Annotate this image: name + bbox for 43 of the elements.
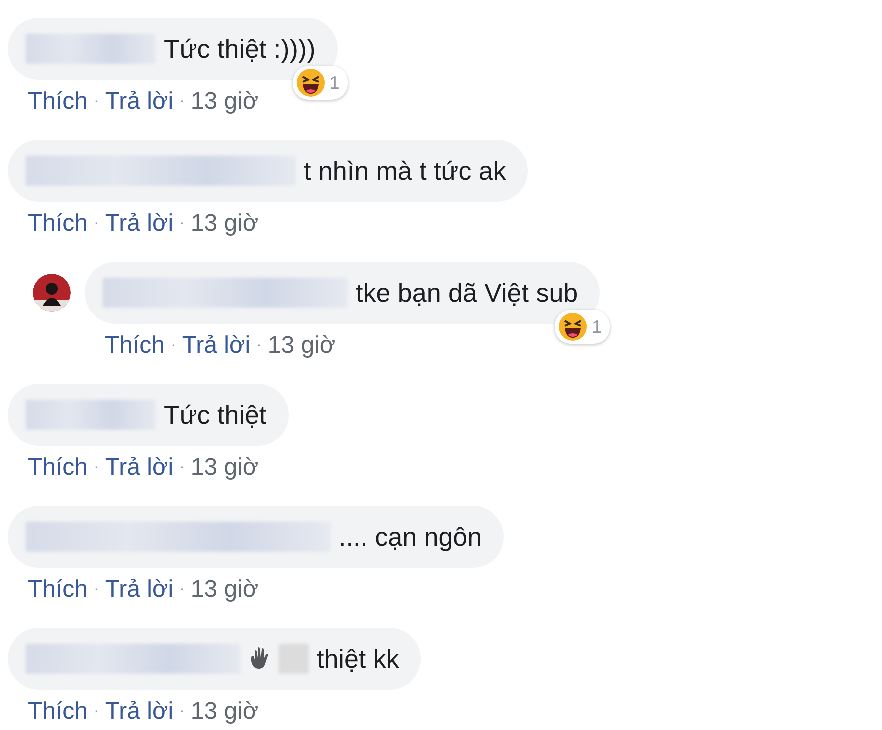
timestamp[interactable]: 13 giờ [190, 698, 259, 726]
separator-dot: · [171, 337, 176, 355]
action-link[interactable]: Thích [28, 576, 88, 604]
action-link[interactable]: Trả lời [105, 698, 174, 726]
separator-dot: · [94, 703, 100, 721]
blurred-text [279, 644, 309, 674]
action-link[interactable]: Thích [28, 698, 88, 726]
action-link[interactable]: Thích [28, 88, 88, 116]
separator-dot: · [94, 93, 100, 111]
reaction-count: 1 [592, 316, 602, 338]
separator-dot: · [180, 703, 185, 721]
waving-hand-icon [249, 647, 271, 671]
action-link[interactable]: Trả lời [105, 576, 174, 604]
separator-dot: · [180, 93, 185, 111]
timestamp[interactable]: 13 giờ [190, 210, 259, 238]
comment-text: tke bạn dã Việt sub [356, 278, 578, 308]
laughing-emoji-icon [296, 68, 326, 98]
action-link[interactable]: Thích [28, 454, 88, 482]
action-link[interactable]: Thích [28, 210, 88, 238]
avatar[interactable] [33, 274, 71, 312]
separator-dot: · [256, 337, 262, 355]
comment-text: t nhìn mà t tức ak [304, 156, 506, 186]
timestamp[interactable]: 13 giờ [190, 576, 259, 604]
action-link[interactable]: Thích [105, 332, 166, 360]
comment-text: .... cạn ngôn [339, 522, 482, 552]
separator-dot: · [180, 459, 185, 477]
separator-dot: · [94, 581, 100, 599]
timestamp[interactable]: 13 giờ [268, 332, 336, 360]
comment-text: Tức thiệt :)))) [164, 34, 316, 64]
timestamp[interactable]: 13 giờ [190, 454, 259, 482]
separator-dot: · [180, 581, 185, 599]
action-link[interactable]: Trả lời [105, 210, 174, 238]
separator-dot: · [180, 215, 185, 233]
reaction-count: 1 [330, 72, 340, 94]
comment-text: thiệt kk [317, 644, 400, 674]
action-link[interactable]: Trả lời [105, 454, 174, 482]
laughing-emoji-icon [558, 312, 588, 342]
separator-dot: · [94, 215, 100, 233]
separator-dot: · [94, 459, 100, 477]
action-link[interactable]: Trả lời [182, 332, 251, 360]
comment-text: Tức thiệt [164, 400, 267, 430]
action-link[interactable]: Trả lời [105, 88, 174, 116]
timestamp[interactable]: 13 giờ [190, 88, 259, 116]
